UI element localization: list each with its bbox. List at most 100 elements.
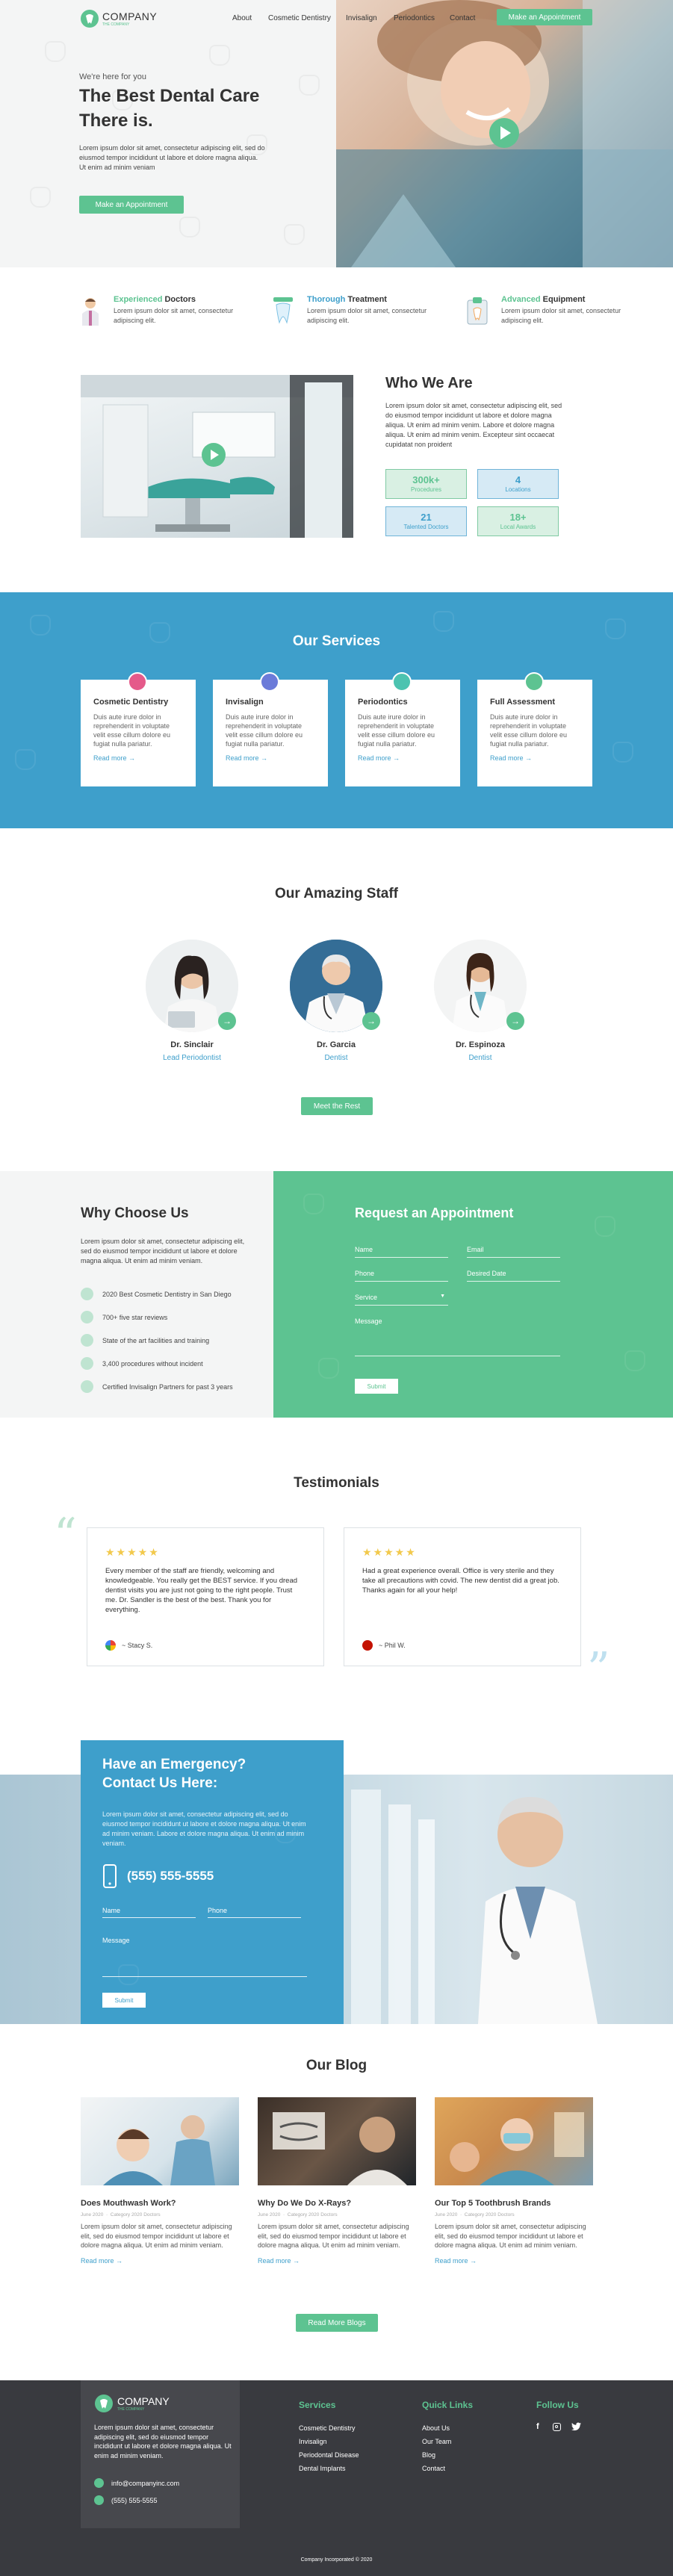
read-more-blogs-button[interactable]: Read More Blogs bbox=[296, 2314, 378, 2332]
blog-read-more[interactable]: Read more → bbox=[258, 2257, 416, 2265]
tooth-pattern-icon bbox=[303, 1194, 324, 1214]
nav-contact[interactable]: Contact bbox=[450, 14, 475, 22]
nav-periodontics[interactable]: Periodontics bbox=[394, 14, 435, 22]
footer-quick-link[interactable]: Our Team bbox=[422, 2438, 451, 2445]
blog-post-title[interactable]: Does Mouthwash Work? bbox=[81, 2199, 239, 2208]
periodontics-icon bbox=[392, 672, 412, 692]
tooth-pattern-icon bbox=[30, 187, 51, 208]
espinoza-link-button[interactable]: → bbox=[506, 1012, 524, 1030]
blog-post-excerpt: Lorem ipsum dolor sit amet, consectetur … bbox=[435, 2223, 586, 2249]
hero-title-line2: There is. bbox=[79, 111, 153, 131]
service-desc: Duis aute irure dolor in reprehenderit i… bbox=[226, 713, 303, 748]
footer-company-name: COMPANY bbox=[117, 2395, 170, 2407]
appointment-name-field[interactable]: Name bbox=[355, 1246, 448, 1258]
testimonial-author-row: ~ Stacy S. bbox=[105, 1640, 152, 1651]
blog-card[interactable]: Our Top 5 Toothbrush Brands June 2020 · … bbox=[435, 2097, 593, 2265]
emergency-text: Lorem ipsum dolor sit amet, consectetur … bbox=[102, 1810, 306, 1847]
equipment-icon bbox=[466, 296, 489, 326]
service-card-cosmetic[interactable]: Cosmetic Dentistry Duis aute irure dolor… bbox=[81, 672, 196, 786]
service-card-invisalign[interactable]: Invisalign Duis aute irure dolor in repr… bbox=[213, 672, 328, 786]
footer-email-row[interactable]: info@companyinc.com bbox=[94, 2478, 179, 2488]
emergency-phone-number[interactable]: (555) 555-5555 bbox=[127, 1869, 214, 1884]
check-icon bbox=[81, 1334, 93, 1347]
blog-post-title[interactable]: Why Do We Do X-Rays? bbox=[258, 2199, 416, 2208]
footer-phone-row[interactable]: (555) 555-5555 bbox=[94, 2495, 158, 2505]
service-read-more[interactable]: Read more → bbox=[490, 754, 592, 762]
nav-invisalign[interactable]: Invisalign bbox=[346, 14, 377, 22]
blog-post-date: June 2020 bbox=[258, 2212, 281, 2217]
footer-quick-link[interactable]: About Us bbox=[422, 2424, 450, 2432]
company-logo-icon[interactable] bbox=[80, 9, 99, 28]
service-read-more[interactable]: Read more → bbox=[226, 754, 328, 762]
blog-card[interactable]: Does Mouthwash Work? June 2020 · Categor… bbox=[81, 2097, 239, 2265]
phone-icon bbox=[94, 2495, 104, 2505]
blog-post-date: June 2020 bbox=[435, 2212, 458, 2217]
facebook-icon[interactable]: f bbox=[536, 2422, 539, 2431]
tooth-pattern-icon bbox=[299, 75, 320, 96]
blog-read-more[interactable]: Read more → bbox=[435, 2257, 593, 2265]
footer-service-link[interactable]: Periodontal Disease bbox=[299, 2451, 359, 2459]
email-icon bbox=[94, 2478, 104, 2488]
appointment-submit-button[interactable]: Submit bbox=[355, 1379, 398, 1394]
blog-post-meta: June 2020 · Category 2020 Doctors bbox=[435, 2212, 515, 2217]
appointment-date-field[interactable]: Desired Date bbox=[467, 1270, 560, 1282]
hero-title-line1: The Best Dental Care bbox=[79, 86, 260, 106]
play-video-button[interactable] bbox=[489, 118, 519, 148]
tooth-pattern-icon bbox=[45, 41, 66, 62]
emergency-name-field[interactable]: Name bbox=[102, 1907, 196, 1918]
appointment-email-field[interactable]: Email bbox=[467, 1246, 560, 1258]
nav-about[interactable]: About bbox=[232, 14, 252, 22]
blog-post-date: June 2020 bbox=[81, 2212, 104, 2217]
tooth-pattern-icon bbox=[30, 615, 51, 636]
appointment-message-field[interactable]: Message bbox=[355, 1318, 560, 1356]
blog-read-more[interactable]: Read more → bbox=[81, 2257, 239, 2265]
twitter-icon[interactable] bbox=[571, 2421, 581, 2431]
footer-logo-icon[interactable] bbox=[94, 2394, 114, 2413]
why-title: Why Choose Us bbox=[81, 1205, 189, 1221]
testimonial-text: Every member of the staff are friendly, … bbox=[105, 1567, 298, 1614]
footer-links-title: Quick Links bbox=[422, 2400, 474, 2410]
appointment-phone-field[interactable]: Phone bbox=[355, 1270, 448, 1282]
footer-service-link[interactable]: Invisalign bbox=[299, 2438, 327, 2445]
emergency-submit-button[interactable]: Submit bbox=[102, 1993, 146, 2008]
tooth-pattern-icon bbox=[433, 611, 454, 632]
feature-doctors: Experienced Doctors Lorem ipsum dolor si… bbox=[114, 295, 241, 326]
rating-stars: ★★★★★ bbox=[105, 1546, 160, 1558]
instagram-icon[interactable] bbox=[553, 2423, 561, 2431]
sinclair-link-button[interactable]: → bbox=[218, 1012, 236, 1030]
about-title: Who We Are bbox=[385, 375, 473, 391]
header-appointment-button[interactable]: Make an Appointment bbox=[497, 9, 592, 25]
service-read-more[interactable]: Read more → bbox=[93, 754, 196, 762]
service-card-periodontics[interactable]: Periodontics Duis aute irure dolor in re… bbox=[345, 672, 460, 786]
emergency-message-field[interactable]: Message bbox=[102, 1937, 307, 1977]
stat-locations: 4 Locations bbox=[477, 469, 559, 499]
nav-cosmetic-dentistry[interactable]: Cosmetic Dentistry bbox=[268, 14, 331, 22]
garcia-link-button[interactable]: → bbox=[362, 1012, 380, 1030]
feature-rest: Treatment bbox=[345, 295, 387, 304]
rating-stars: ★★★★★ bbox=[362, 1546, 417, 1558]
service-card-assessment[interactable]: Full Assessment Duis aute irure dolor in… bbox=[477, 672, 592, 786]
company-name: COMPANY bbox=[102, 10, 158, 22]
emergency-title-line1: Have an Emergency? bbox=[102, 1757, 246, 1772]
feature-desc: Lorem ipsum dolor sit amet, consectetur … bbox=[307, 307, 427, 324]
footer-service-link[interactable]: Cosmetic Dentistry bbox=[299, 2424, 356, 2432]
feature-desc: Lorem ipsum dolor sit amet, consectetur … bbox=[501, 307, 621, 324]
feature-accent: Advanced bbox=[501, 295, 541, 304]
emergency-phone-field[interactable]: Phone bbox=[208, 1907, 301, 1918]
invisalign-icon bbox=[260, 672, 279, 692]
hero-appointment-button[interactable]: Make an Appointment bbox=[79, 196, 184, 214]
tooth-treatment-icon bbox=[270, 296, 296, 326]
blog-post-title[interactable]: Our Top 5 Toothbrush Brands bbox=[435, 2199, 593, 2208]
footer-quick-link[interactable]: Contact bbox=[422, 2465, 445, 2472]
footer-service-link[interactable]: Dental Implants bbox=[299, 2465, 346, 2472]
appointment-service-select[interactable]: Service ▼ bbox=[355, 1294, 448, 1306]
meet-the-rest-button[interactable]: Meet the Rest bbox=[301, 1097, 373, 1115]
footer-quick-link[interactable]: Blog bbox=[422, 2451, 435, 2459]
appointment-title: Request an Appointment bbox=[355, 1205, 514, 1220]
service-read-more[interactable]: Read more → bbox=[358, 754, 460, 762]
clinic-play-button[interactable] bbox=[202, 443, 226, 467]
service-desc: Duis aute irure dolor in reprehenderit i… bbox=[490, 713, 568, 748]
blog-card[interactable]: Why Do We Do X-Rays? June 2020 · Categor… bbox=[258, 2097, 416, 2265]
staff-name: Dr. Espinoza bbox=[455, 1040, 506, 1049]
staff-role: Dentist bbox=[324, 1054, 348, 1062]
